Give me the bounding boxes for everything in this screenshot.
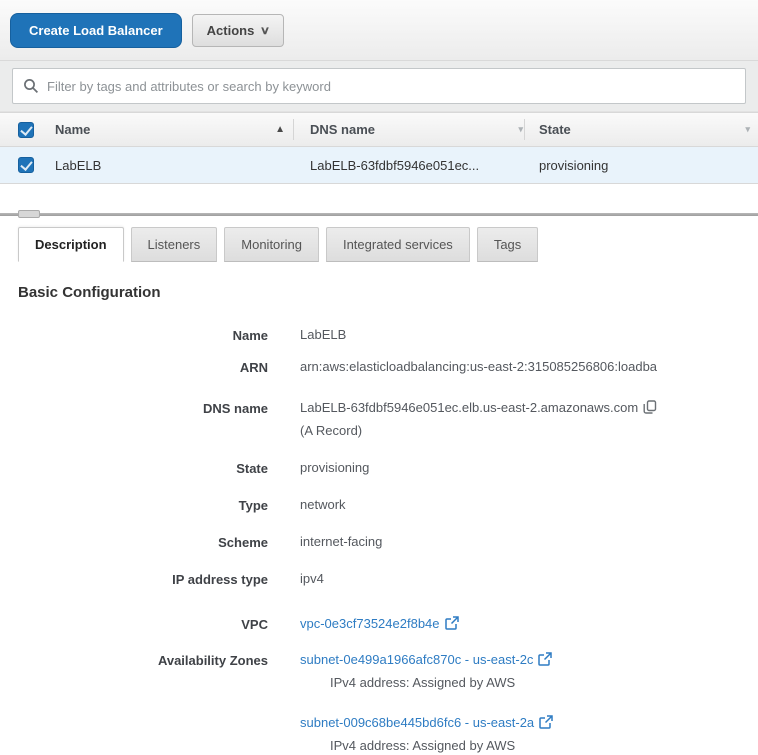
sort-ascending-icon[interactable]: ▲	[275, 124, 285, 135]
field-vpc: VPC vpc-0e3cf73524e2f8b4e	[0, 616, 758, 633]
dns-record-type: (A Record)	[300, 423, 657, 438]
field-scheme: Scheme internet-facing	[0, 534, 758, 550]
dns-name-value: LabELB-63fdbf5946e051ec.elb.us-east-2.am…	[300, 400, 638, 415]
zone-ipv4-detail: IPv4 address: Assigned by AWS	[300, 738, 553, 753]
column-divider	[293, 119, 294, 140]
search-icon	[23, 78, 39, 94]
field-label: DNS name	[0, 400, 268, 416]
field-label: IP address type	[0, 571, 268, 587]
select-all-checkbox[interactable]	[18, 122, 34, 138]
external-link-icon[interactable]	[445, 618, 459, 633]
field-label: Availability Zones	[0, 652, 268, 668]
tab-listeners[interactable]: Listeners	[131, 227, 218, 262]
tab-integrated-services[interactable]: Integrated services	[326, 227, 470, 262]
row-name-cell: LabELB	[55, 158, 101, 173]
field-label: ARN	[0, 359, 268, 375]
basic-configuration-fields: Name LabELB ARN arn:aws:elasticloadbalan…	[0, 327, 758, 753]
row-dns-cell: LabELB-63fdbf5946e051ec...	[310, 158, 479, 173]
tab-tags[interactable]: Tags	[477, 227, 538, 262]
filter-box[interactable]	[12, 68, 746, 104]
description-pane: Basic Configuration Name LabELB ARN arn:…	[0, 262, 758, 755]
field-state: State provisioning	[0, 460, 758, 476]
column-divider	[524, 119, 525, 140]
availability-zone-item: subnet-0e499a1966afc870c - us-east-2c IP…	[300, 652, 553, 690]
detail-tabs: Description Listeners Monitoring Integra…	[0, 225, 758, 262]
field-availability-zones: Availability Zones subnet-0e499a1966afc8…	[0, 652, 758, 753]
field-label: Scheme	[0, 534, 268, 550]
field-value: LabELB-63fdbf5946e051ec.elb.us-east-2.am…	[300, 400, 657, 438]
field-ip-address-type: IP address type ipv4	[0, 571, 758, 587]
splitter-handle[interactable]	[18, 210, 40, 218]
filter-strip	[0, 60, 758, 112]
zone-ipv4-detail: IPv4 address: Assigned by AWS	[300, 675, 553, 690]
field-value: arn:aws:elasticloadbalancing:us-east-2:3…	[300, 359, 657, 374]
vpc-link[interactable]: vpc-0e3cf73524e2f8b4e	[300, 616, 440, 631]
external-link-icon[interactable]	[538, 654, 552, 669]
field-arn: ARN arn:aws:elasticloadbalancing:us-east…	[0, 359, 758, 375]
column-header-name[interactable]: Name	[55, 122, 90, 137]
field-type: Type network	[0, 497, 758, 513]
field-value: LabELB	[300, 327, 346, 342]
field-value: provisioning	[300, 460, 369, 475]
field-label: VPC	[0, 616, 268, 632]
field-name: Name LabELB	[0, 327, 758, 343]
availability-zone-item: subnet-009c68be445bd6fc6 - us-east-2a IP…	[300, 715, 553, 753]
load-balancer-console-page: Create Load Balancer Actions ∨ Name	[0, 0, 758, 755]
field-label: Type	[0, 497, 268, 513]
field-value: network	[300, 497, 346, 512]
field-value: ipv4	[300, 571, 324, 586]
chevron-down-icon: ∨	[260, 24, 270, 37]
field-value: internet-facing	[300, 534, 382, 549]
external-link-icon[interactable]	[539, 717, 553, 732]
row-state-cell: provisioning	[539, 158, 608, 173]
table-row[interactable]: LabELB LabELB-63fdbf5946e051ec... provis…	[0, 147, 758, 183]
column-header-dns-name[interactable]: DNS name	[310, 122, 375, 137]
tab-monitoring[interactable]: Monitoring	[224, 227, 319, 262]
column-header-state[interactable]: State	[539, 122, 571, 137]
table-header-row: Name ▲ DNS name ▾ State ▾	[0, 113, 758, 147]
load-balancers-table: Name ▲ DNS name ▾ State ▾ LabELB LabELB-…	[0, 112, 758, 184]
pane-splitter[interactable]	[0, 213, 758, 216]
filter-input[interactable]	[47, 79, 735, 94]
subnet-link[interactable]: subnet-009c68be445bd6fc6 - us-east-2a	[300, 715, 534, 730]
toolbar: Create Load Balancer Actions ∨	[0, 0, 758, 60]
create-load-balancer-button[interactable]: Create Load Balancer	[10, 13, 182, 48]
field-label: Name	[0, 327, 268, 343]
field-label: State	[0, 460, 268, 476]
sort-icon[interactable]: ▾	[745, 124, 750, 135]
section-title: Basic Configuration	[18, 284, 758, 301]
row-checkbox[interactable]	[18, 157, 34, 173]
actions-button-label: Actions	[207, 23, 255, 38]
actions-button[interactable]: Actions ∨	[192, 14, 285, 47]
field-dns-name: DNS name LabELB-63fdbf5946e051ec.elb.us-…	[0, 400, 758, 438]
tab-description[interactable]: Description	[18, 227, 124, 262]
copy-icon[interactable]	[643, 402, 657, 417]
subnet-link[interactable]: subnet-0e499a1966afc870c - us-east-2c	[300, 652, 533, 667]
